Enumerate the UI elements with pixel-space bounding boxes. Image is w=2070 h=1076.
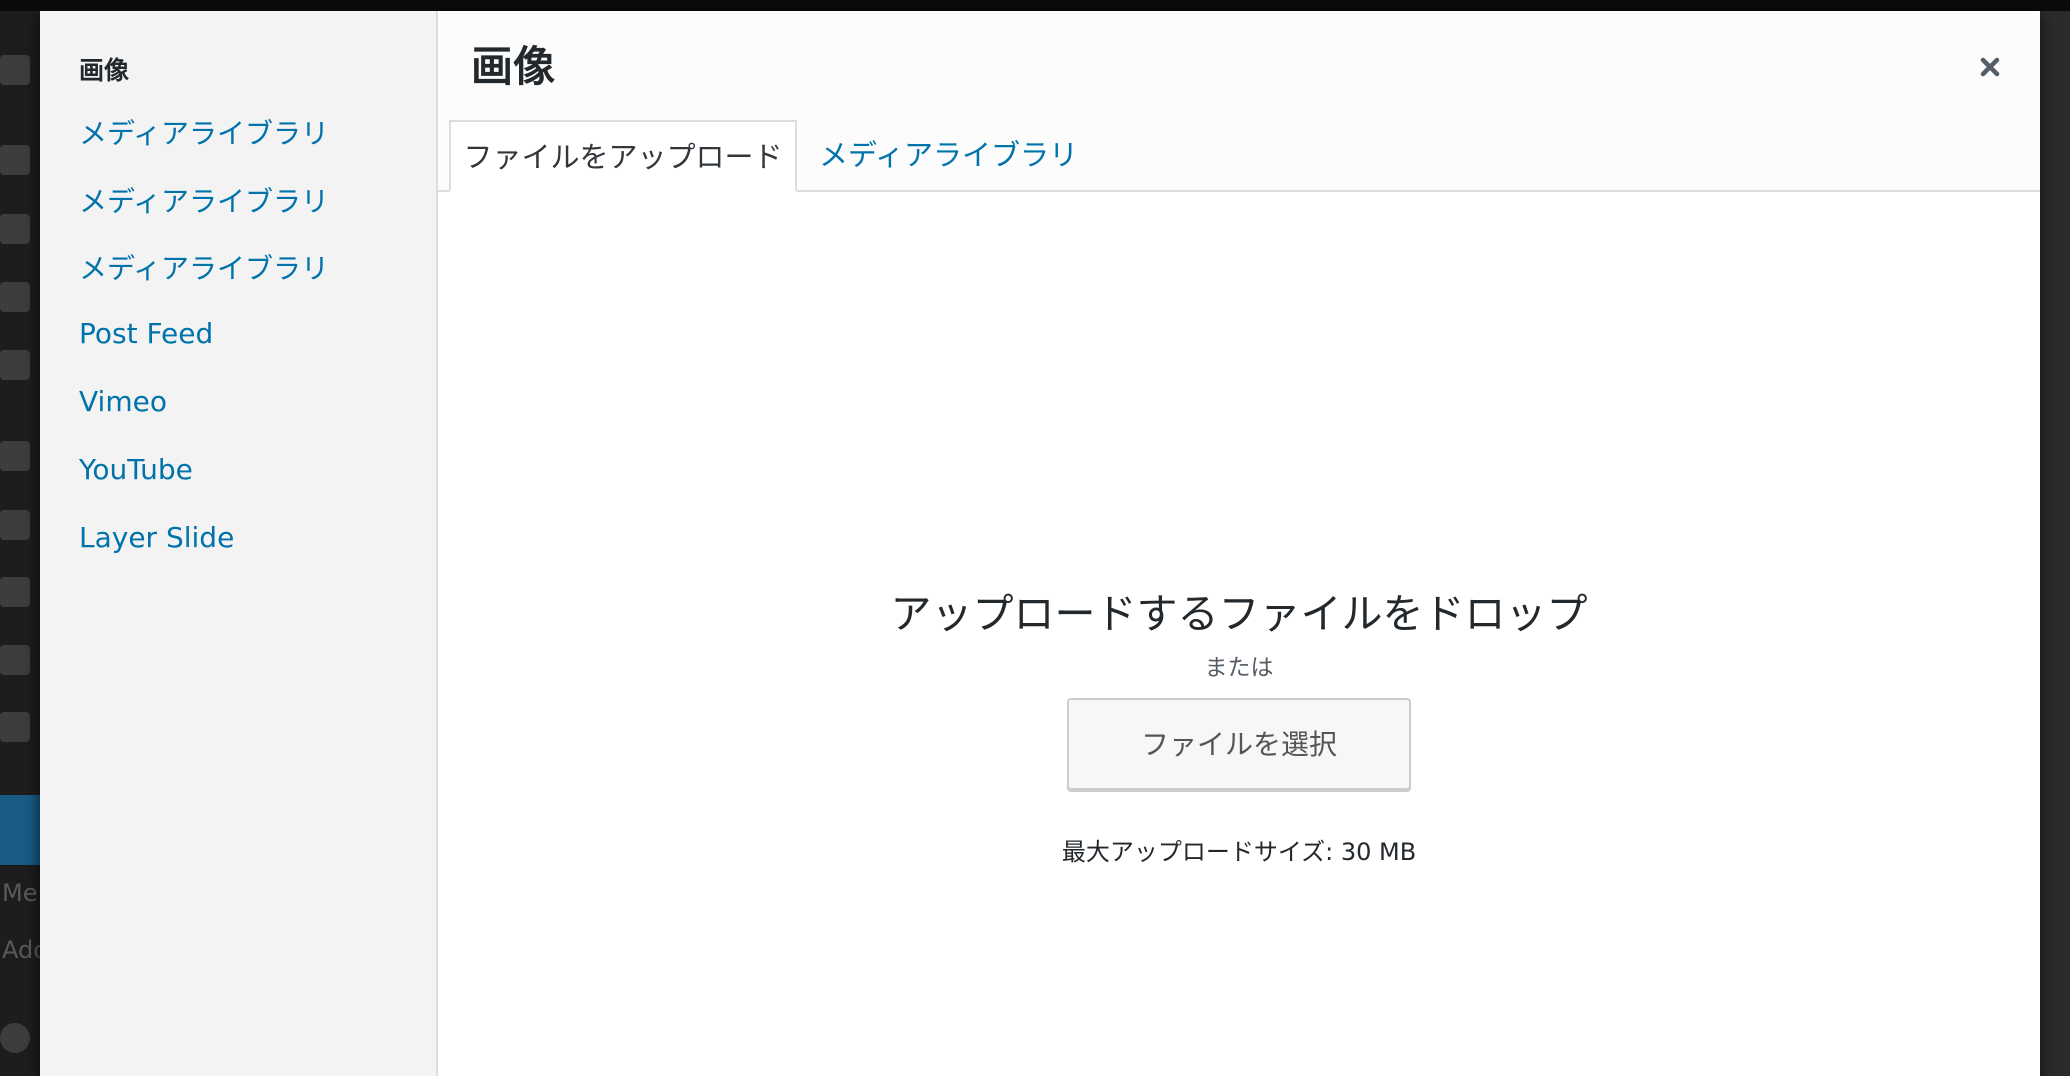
plugins-icon <box>0 510 30 540</box>
media-icon <box>0 214 30 244</box>
tab-upload-files[interactable]: ファイルをアップロード <box>449 120 797 192</box>
close-button[interactable] <box>1970 47 2010 87</box>
menu-heading: 画像 <box>79 56 130 85</box>
menu-item-post-feed[interactable]: Post Feed <box>79 317 213 350</box>
admin-top-bar <box>0 0 2070 11</box>
menu-item-media-library-2[interactable]: メディアライブラリ <box>79 180 329 220</box>
dashboard-icon <box>0 55 30 85</box>
frame-title-bar: 画像 <box>438 11 2040 107</box>
max-upload-size: 最大アップロードサイズ: 30 MB <box>1061 838 1417 866</box>
tab-media-library[interactable]: メディアライブラリ <box>819 120 1078 190</box>
appearance-icon <box>0 441 30 471</box>
admin-scroll-area <box>2040 11 2070 1076</box>
tools-icon <box>0 645 30 675</box>
menu-item-media-library-3[interactable]: メディアライブラリ <box>79 247 329 287</box>
upload-area[interactable]: アップロードするファイルをドロップ または ファイルを選択 最大アップロードサイ… <box>438 192 2040 1076</box>
menu-item-media-library-1[interactable]: メディアライブラリ <box>79 112 329 152</box>
or-text: または <box>1204 655 1274 681</box>
select-files-button[interactable]: ファイルを選択 <box>1067 698 1411 790</box>
pin-icon <box>0 145 30 175</box>
menu-item-vimeo[interactable]: Vimeo <box>79 385 167 418</box>
collapse-menu-icon <box>0 1023 30 1053</box>
tab-router: ファイルをアップロード メディアライブラリ <box>438 107 2040 192</box>
drop-instructions: アップロードするファイルをドロップ <box>890 590 1588 638</box>
menu-item-layer-slide[interactable]: Layer Slide <box>79 521 234 554</box>
media-menu: 画像 メディアライブラリ メディアライブラリ メディアライブラリ Post Fe… <box>40 11 438 1076</box>
active-admin-item <box>0 795 40 865</box>
users-icon <box>0 577 30 607</box>
menu-item-youtube[interactable]: YouTube <box>79 453 193 486</box>
admin-sidebar: Me Ado <box>0 11 48 1076</box>
pages-icon <box>0 282 30 312</box>
admin-menu-text: Me <box>2 879 38 907</box>
page-title: 画像 <box>471 42 556 91</box>
settings-icon <box>0 712 30 742</box>
media-modal: 画像 メディアライブラリ メディアライブラリ メディアライブラリ Post Fe… <box>40 11 2040 1076</box>
comments-icon <box>0 350 30 380</box>
close-icon <box>1980 57 2000 77</box>
